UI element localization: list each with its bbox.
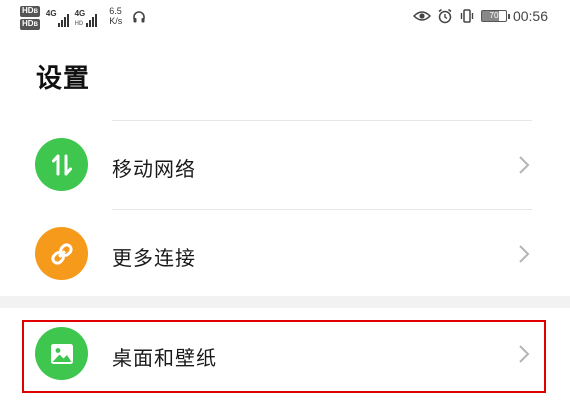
signal-1: 4G: [46, 9, 69, 27]
chevron-right-icon: [519, 345, 530, 363]
signal-2: 4G HD: [75, 9, 98, 29]
network-type-2: 4G: [74, 9, 86, 18]
speed-value: 6.5: [109, 6, 122, 16]
settings-item-mobile-network[interactable]: 移动网络: [0, 121, 570, 209]
wallpaper-icon: [35, 327, 88, 380]
link-icon: [35, 227, 88, 280]
hd-badge-2: HDB: [20, 19, 40, 30]
settings-item-label: 桌面和壁纸: [112, 346, 217, 370]
status-time: 00:56: [512, 8, 548, 24]
settings-item-more-connections[interactable]: 更多连接: [0, 210, 570, 298]
network-speed: 6.5 K/s: [109, 6, 122, 26]
signal-bars-2-icon: [86, 13, 98, 27]
speed-unit: K/s: [109, 16, 123, 26]
network-type-1: 4G: [45, 9, 57, 18]
alarm-icon: [438, 8, 452, 24]
settings-item-label: 更多连接: [112, 246, 196, 270]
hd-indicators: HDB HDB: [20, 6, 40, 30]
section-separator: [0, 296, 570, 308]
headset-icon: [133, 11, 146, 23]
status-left: HDB HDB 4G 4G HD 6.5 K/s: [20, 6, 146, 30]
settings-item-desktop-wallpaper[interactable]: 桌面和壁纸: [0, 312, 570, 400]
status-bar: HDB HDB 4G 4G HD 6.5 K/s 70 00:56: [0, 0, 570, 40]
chevron-right-icon: [519, 156, 530, 174]
eye-comfort-icon: [412, 11, 431, 21]
network-type-2-sub: HD: [74, 21, 84, 27]
status-right: 70 00:56: [412, 8, 548, 24]
battery-level: 70: [489, 11, 499, 20]
signal-bars-1-icon: [57, 13, 69, 27]
page-title: 设置: [36, 64, 91, 94]
settings-item-label: 移动网络: [112, 157, 196, 181]
hd-badge-1: HDB: [20, 6, 40, 17]
vibrate-icon: [460, 9, 474, 23]
battery-icon: 70: [480, 10, 510, 22]
mobile-data-icon: [35, 138, 88, 191]
chevron-right-icon: [519, 245, 530, 263]
